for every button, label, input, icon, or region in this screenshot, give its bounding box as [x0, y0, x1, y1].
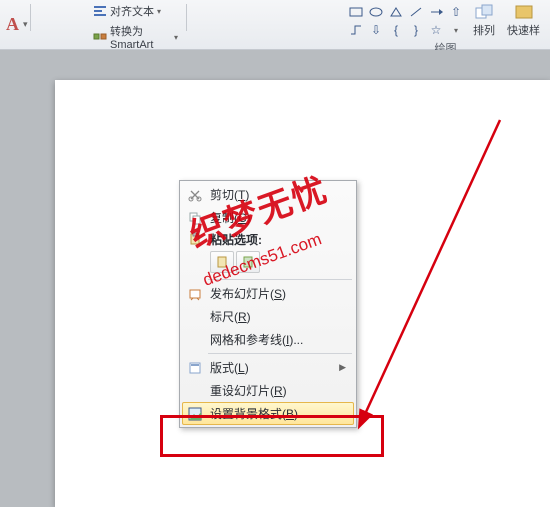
smartart-icon	[93, 30, 107, 44]
align-text-button[interactable]: 对齐文本 ▾	[91, 2, 180, 20]
shape-arrow-down-icon[interactable]: ⇩	[367, 22, 385, 38]
shape-rect-icon[interactable]	[347, 4, 365, 20]
publish-icon	[184, 285, 206, 303]
submenu-arrow-icon: ▶	[339, 362, 346, 373]
copy-icon	[184, 209, 206, 227]
shape-connector-icon[interactable]	[347, 22, 365, 38]
menu-copy-label: 复制(C)	[210, 209, 251, 226]
layout-icon	[184, 359, 206, 377]
shape-triangle-icon[interactable]	[387, 4, 405, 20]
paste-icon	[184, 230, 206, 248]
shape-brace-right-icon[interactable]: }	[407, 22, 425, 38]
arrange-button[interactable]: 排列	[469, 2, 499, 40]
menu-grid[interactable]: 网格和参考线(I)...	[182, 328, 354, 351]
menu-publish-label: 发布幻灯片(S)	[210, 285, 286, 302]
font-color-button[interactable]: A	[6, 14, 19, 35]
separator	[208, 279, 352, 280]
convert-smartart-button[interactable]: 转换为 SmartArt ▾	[91, 22, 180, 52]
menu-publish-slides[interactable]: 发布幻灯片(S)	[182, 282, 354, 305]
paste-option-2[interactable]	[236, 251, 260, 273]
arrange-label: 排列	[473, 22, 495, 38]
quick-styles-icon	[514, 4, 534, 22]
menu-cut-label: 剪切(T)	[210, 186, 249, 203]
shape-star-icon[interactable]: ☆	[427, 22, 445, 38]
shape-arrow-up-icon[interactable]: ⇧	[447, 4, 465, 20]
ribbon: A ▾ 对齐文本 ▾ 转换为 SmartArt ▾ 段落	[0, 0, 550, 50]
menu-reset-label: 重设幻灯片(R)	[210, 382, 287, 399]
paste-options	[182, 249, 354, 277]
menu-paste-header: 粘贴选项:	[182, 229, 354, 249]
cut-icon	[184, 186, 206, 204]
shape-arrow-icon[interactable]	[427, 4, 445, 20]
separator	[208, 353, 352, 354]
menu-ruler-label: 标尺(R)	[210, 308, 251, 325]
menu-copy[interactable]: 复制(C)	[182, 206, 354, 229]
menu-reset-slide[interactable]: 重设幻灯片(R)	[182, 379, 354, 402]
font-group-label	[6, 46, 24, 48]
shapes-gallery[interactable]: ⇧ ⇩ { } ☆ ▾	[347, 4, 465, 38]
quick-styles-button[interactable]: 快速样	[503, 2, 544, 40]
quick-styles-label: 快速样	[507, 22, 540, 38]
shapes-section: ⇧ ⇩ { } ☆ ▾ 排列 快速样 绘图	[341, 0, 550, 48]
menu-ruler[interactable]: 标尺(R)	[182, 305, 354, 328]
reset-icon	[184, 382, 206, 400]
dropdown-icon[interactable]: ▾	[23, 19, 28, 30]
align-text-label: 对齐文本	[110, 3, 154, 19]
arrange-icon	[474, 4, 494, 22]
dropdown-icon: ▾	[157, 7, 161, 16]
format-background-icon	[184, 405, 206, 423]
grid-icon	[184, 331, 206, 349]
menu-grid-label: 网格和参考线(I)...	[210, 331, 303, 348]
shape-oval-icon[interactable]	[367, 4, 385, 20]
paragraph-section: 对齐文本 ▾ 转换为 SmartArt ▾ 段落	[31, 0, 186, 48]
menu-format-background-label: 设置背景格式(B)...	[210, 405, 308, 422]
menu-format-background[interactable]: 设置背景格式(B)...	[182, 402, 354, 425]
align-text-icon	[93, 4, 107, 18]
context-menu: 剪切(T) 复制(C) 粘贴选项: 发布幻灯片(S) 标尺(R) 网格和参考线(…	[179, 180, 357, 428]
shape-brace-left-icon[interactable]: {	[387, 22, 405, 38]
shape-more-icon[interactable]: ▾	[447, 22, 465, 38]
shape-line-icon[interactable]	[407, 4, 425, 20]
ruler-icon	[184, 308, 206, 326]
font-section: A ▾	[0, 0, 30, 48]
paste-option-1[interactable]	[210, 251, 234, 273]
menu-layout-label: 版式(L)	[210, 359, 249, 376]
convert-smartart-label: 转换为 SmartArt	[110, 23, 171, 51]
menu-layout[interactable]: 版式(L) ▶	[182, 356, 354, 379]
menu-cut[interactable]: 剪切(T)	[182, 183, 354, 206]
menu-paste-label: 粘贴选项:	[210, 231, 262, 248]
spacer	[187, 0, 341, 49]
dropdown-icon: ▾	[174, 33, 178, 42]
